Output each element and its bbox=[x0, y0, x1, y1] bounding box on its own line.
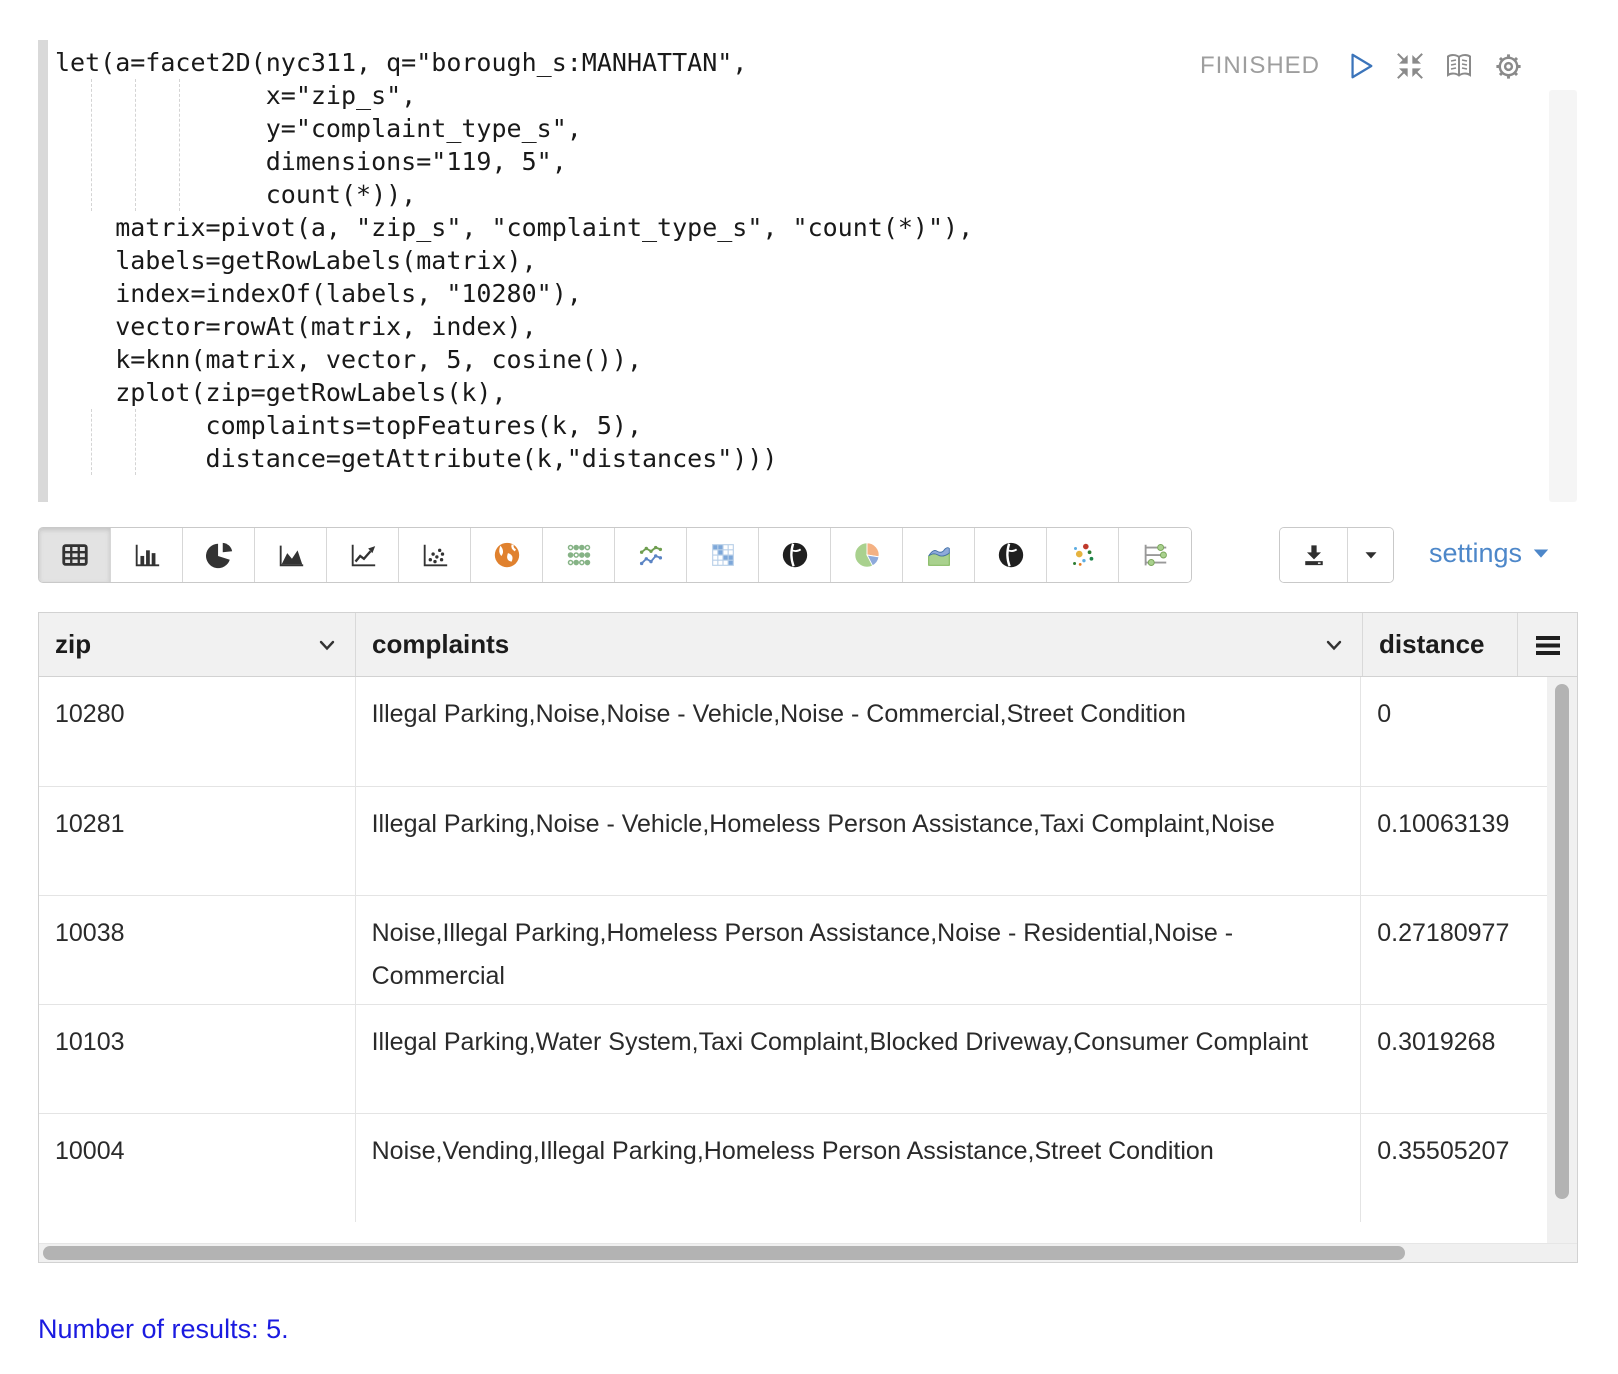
indent-guide bbox=[135, 409, 136, 475]
download-caret-button[interactable] bbox=[1347, 528, 1393, 582]
code-line: let(a=facet2D(nyc311, q="borough_s:MANHA… bbox=[55, 46, 973, 79]
viz-pie-pastel-button[interactable] bbox=[831, 528, 903, 582]
cell-complaints: Noise,Illegal Parking,Homeless Person As… bbox=[356, 896, 1362, 1004]
cell-zip: 10004 bbox=[39, 1114, 356, 1222]
viz-globe-orange-button[interactable] bbox=[471, 528, 543, 582]
table-vertical-scrollbar[interactable] bbox=[1547, 677, 1577, 1243]
settings-dropdown[interactable]: settings bbox=[1429, 538, 1551, 569]
table-header-row: zip complaints distance bbox=[39, 613, 1577, 677]
download-button[interactable] bbox=[1280, 528, 1347, 582]
code-line: labels=getRowLabels(matrix), bbox=[55, 244, 973, 277]
table-horizontal-scrollbar[interactable] bbox=[39, 1243, 1577, 1262]
settings-label: settings bbox=[1429, 538, 1522, 569]
code-line: index=indexOf(labels, "10280"), bbox=[55, 277, 973, 310]
paragraph-controls: FINISHED bbox=[1200, 50, 1524, 82]
viz-pie-chart-button[interactable] bbox=[183, 528, 255, 582]
cell-distance: 0.35505207 bbox=[1361, 1114, 1577, 1222]
scrollbar-thumb[interactable] bbox=[43, 1246, 1405, 1260]
viz-button-group bbox=[38, 527, 1192, 583]
viz-heatmap-button[interactable] bbox=[687, 528, 759, 582]
cell-zip: 10281 bbox=[39, 787, 356, 895]
code-line: count(*)), bbox=[55, 178, 973, 211]
table-menu-button[interactable] bbox=[1518, 613, 1577, 676]
scrollbar-thumb[interactable] bbox=[1555, 684, 1569, 1199]
viz-scatter-plot-button[interactable] bbox=[399, 528, 471, 582]
viz-globe-dark-2-button[interactable] bbox=[975, 528, 1047, 582]
cell-distance: 0 bbox=[1361, 677, 1577, 786]
run-icon[interactable] bbox=[1345, 50, 1377, 82]
sort-chevron-icon[interactable] bbox=[1322, 633, 1346, 657]
notebook-page: let(a=facet2D(nyc311, q="borough_s:MANHA… bbox=[0, 0, 1618, 1374]
gear-icon[interactable] bbox=[1492, 50, 1524, 82]
cell-distance: 0.10063139 bbox=[1361, 787, 1577, 895]
code-line: complaints=topFeatures(k, 5), bbox=[55, 409, 973, 442]
code-line: distance=getAttribute(k,"distances"))) bbox=[55, 442, 973, 475]
indent-guide bbox=[91, 409, 92, 475]
code-line: dimensions="119, 5", bbox=[55, 145, 973, 178]
code-line: vector=rowAt(matrix, index), bbox=[55, 310, 973, 343]
viz-parallel-coordinates-button[interactable] bbox=[1119, 528, 1191, 582]
viz-multi-line-chart-button[interactable] bbox=[615, 528, 687, 582]
column-header-distance[interactable]: distance bbox=[1363, 613, 1518, 676]
indent-guide bbox=[179, 79, 180, 211]
viz-dot-matrix-button[interactable] bbox=[543, 528, 615, 582]
code-line: y="complaint_type_s", bbox=[55, 112, 973, 145]
cell-distance: 0.27180977 bbox=[1361, 896, 1577, 1004]
table-body: 10280 Illegal Parking,Noise,Noise - Vehi… bbox=[39, 677, 1577, 1243]
report-book-icon[interactable] bbox=[1443, 50, 1475, 82]
column-header-zip[interactable]: zip bbox=[39, 613, 356, 676]
code-line: matrix=pivot(a, "zip_s", "complaint_type… bbox=[55, 211, 973, 244]
column-header-complaints[interactable]: complaints bbox=[356, 613, 1363, 676]
code-editor[interactable]: let(a=facet2D(nyc311, q="borough_s:MANHA… bbox=[38, 38, 1580, 506]
table-row: 10004 Noise,Vending,Illegal Parking,Home… bbox=[39, 1113, 1577, 1222]
cell-zip: 10103 bbox=[39, 1005, 356, 1113]
viz-line-chart-button[interactable] bbox=[327, 528, 399, 582]
cell-complaints: Illegal Parking,Noise - Vehicle,Homeless… bbox=[356, 787, 1362, 895]
viz-area-chart-button[interactable] bbox=[255, 528, 327, 582]
column-label: complaints bbox=[372, 629, 509, 660]
cell-complaints: Noise,Vending,Illegal Parking,Homeless P… bbox=[356, 1114, 1362, 1222]
code-line: x="zip_s", bbox=[55, 79, 973, 112]
hamburger-menu-icon bbox=[1532, 629, 1564, 661]
minimize-icon[interactable] bbox=[1394, 50, 1426, 82]
results-count-text: Number of results: 5. bbox=[38, 1314, 289, 1345]
viz-scatter-color-button[interactable] bbox=[1047, 528, 1119, 582]
code-line: zplot(zip=getRowLabels(k), bbox=[55, 376, 973, 409]
viz-table-button[interactable] bbox=[39, 528, 111, 582]
download-button-group bbox=[1279, 527, 1394, 583]
viz-toolbar: settings bbox=[38, 527, 1580, 583]
cell-complaints: Illegal Parking,Noise,Noise - Vehicle,No… bbox=[356, 677, 1362, 786]
editor-gutter-strip bbox=[38, 40, 48, 502]
sort-chevron-icon[interactable] bbox=[315, 633, 339, 657]
editor-scrollbar[interactable] bbox=[1549, 90, 1577, 502]
viz-bar-chart-button[interactable] bbox=[111, 528, 183, 582]
indent-guide bbox=[91, 79, 92, 211]
cell-complaints: Illegal Parking,Water System,Taxi Compla… bbox=[356, 1005, 1362, 1113]
results-table: zip complaints distance 10280 Illegal Pa… bbox=[38, 612, 1578, 1263]
cell-distance: 0.3019268 bbox=[1361, 1005, 1577, 1113]
table-row: 10281 Illegal Parking,Noise - Vehicle,Ho… bbox=[39, 786, 1577, 895]
code-content[interactable]: let(a=facet2D(nyc311, q="borough_s:MANHA… bbox=[55, 46, 973, 475]
cell-zip: 10038 bbox=[39, 896, 356, 1004]
chevron-down-icon bbox=[1531, 545, 1551, 563]
column-label: zip bbox=[55, 629, 91, 660]
table-row: 10038 Noise,Illegal Parking,Homeless Per… bbox=[39, 895, 1577, 1004]
cell-zip: 10280 bbox=[39, 677, 356, 786]
viz-area-pastel-button[interactable] bbox=[903, 528, 975, 582]
table-row: 10103 Illegal Parking,Water System,Taxi … bbox=[39, 1004, 1577, 1113]
table-row: 10280 Illegal Parking,Noise,Noise - Vehi… bbox=[39, 677, 1577, 786]
indent-guide bbox=[135, 79, 136, 211]
status-label: FINISHED bbox=[1200, 52, 1320, 80]
viz-globe-dark-button[interactable] bbox=[759, 528, 831, 582]
code-line: k=knn(matrix, vector, 5, cosine()), bbox=[55, 343, 973, 376]
column-label: distance bbox=[1379, 629, 1485, 660]
